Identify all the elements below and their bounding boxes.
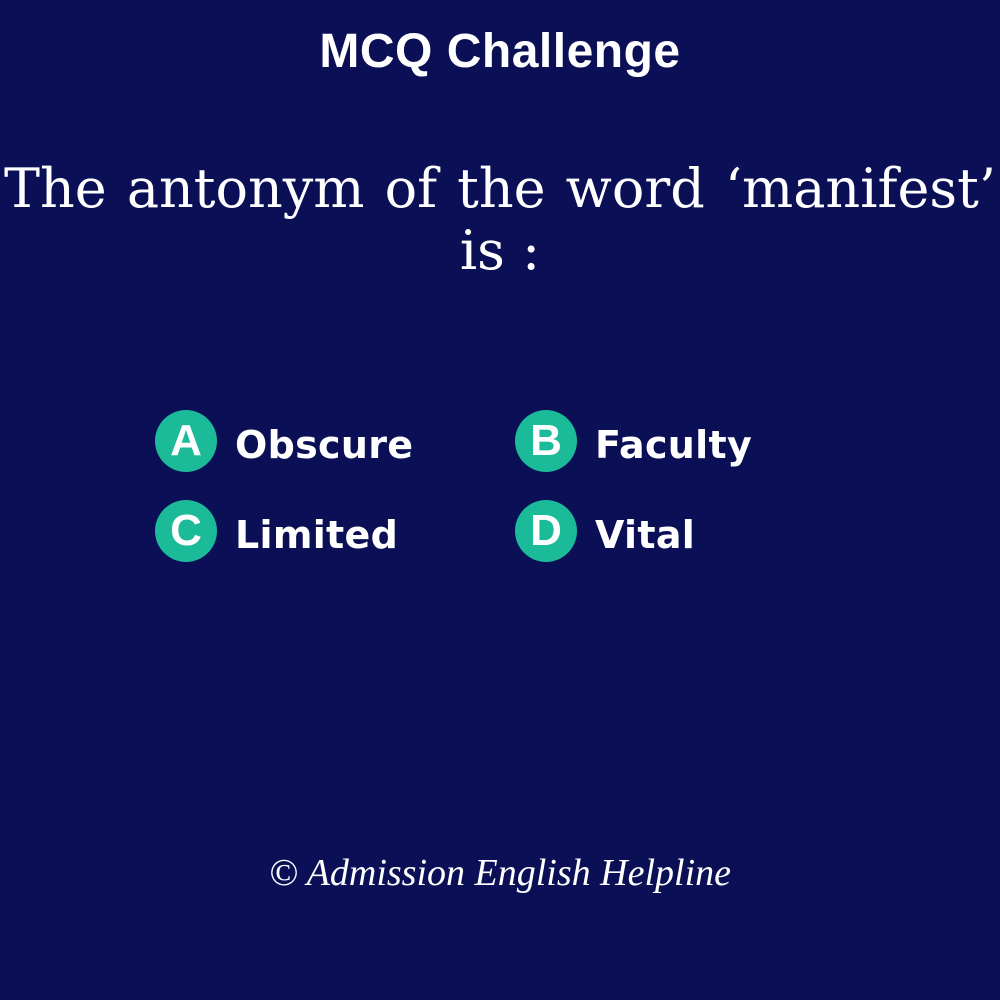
page-title: MCQ Challenge: [319, 25, 681, 78]
option-d[interactable]: D Vital: [515, 500, 695, 562]
option-b[interactable]: B Faculty: [515, 410, 752, 472]
option-b-badge: B: [515, 410, 577, 472]
option-a[interactable]: A Obscure: [155, 410, 413, 472]
option-c-badge: C: [155, 500, 217, 562]
option-b-label: Faculty: [595, 423, 753, 467]
option-c-label: Limited: [235, 513, 399, 557]
question-text: The antonym of the word ‘manifest’ is :: [4, 157, 996, 282]
option-c[interactable]: C Limited: [155, 500, 398, 562]
copyright-footer: © Admission English Helpline: [269, 852, 731, 894]
option-d-label: Vital: [595, 513, 696, 557]
option-a-label: Obscure: [235, 423, 414, 467]
option-a-badge: A: [155, 410, 217, 472]
option-d-badge: D: [515, 500, 577, 562]
